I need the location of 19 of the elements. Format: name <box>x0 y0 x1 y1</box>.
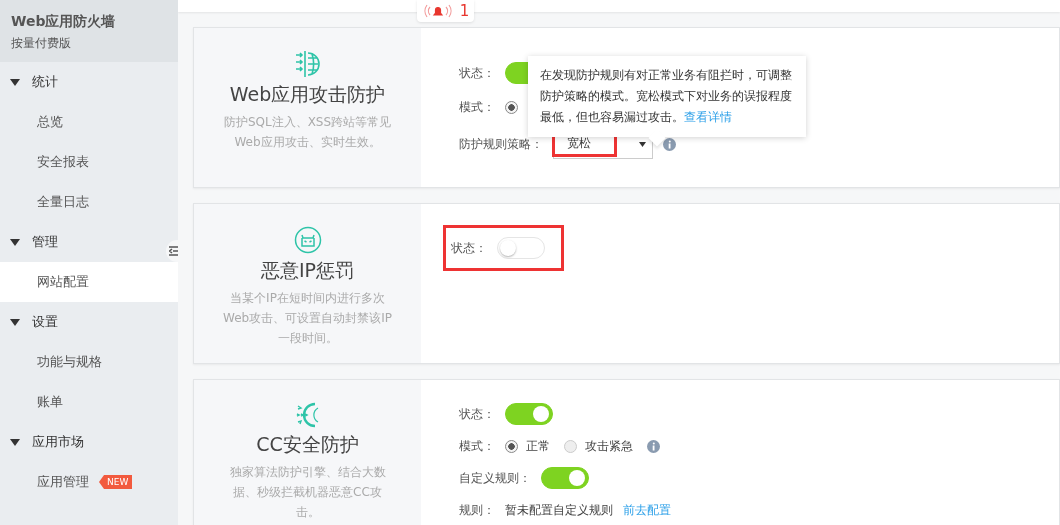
card-description: 防护SQL注入、XSS跨站等常见Web应用攻击、实时生效。 <box>222 114 393 151</box>
card-title: Web应用攻击防护 <box>229 82 386 107</box>
alert-count: 1 <box>459 2 470 20</box>
card-description: 独家算法防护引擎、结合大数据、秒级拦截机器恶意CC攻击。 <box>228 464 387 521</box>
edition-label: 按量付费版 <box>11 35 72 52</box>
card-description: 当某个IP在短时间内进行多次Web攻击、可设置自动封禁该IP一段时间。 <box>222 290 393 347</box>
app-title: Web应用防火墙 <box>11 13 117 31</box>
card-title: CC安全防护 <box>256 432 359 457</box>
card-title: 恶意IP惩罚 <box>260 258 355 283</box>
field-label: 状态： <box>459 64 495 82</box>
field-label: 防护规则策略： <box>459 135 543 153</box>
rule-value: 暂未配置自定义规则 <box>505 501 613 519</box>
field-label: 规则： <box>459 501 495 519</box>
field-label: 模式： <box>459 437 495 455</box>
field-label: 模式： <box>459 98 495 116</box>
new-badge: NEW <box>99 475 133 489</box>
field-label: 状态： <box>451 239 487 257</box>
field-label: 状态： <box>459 405 495 423</box>
field-label: 自定义规则： <box>459 469 531 487</box>
